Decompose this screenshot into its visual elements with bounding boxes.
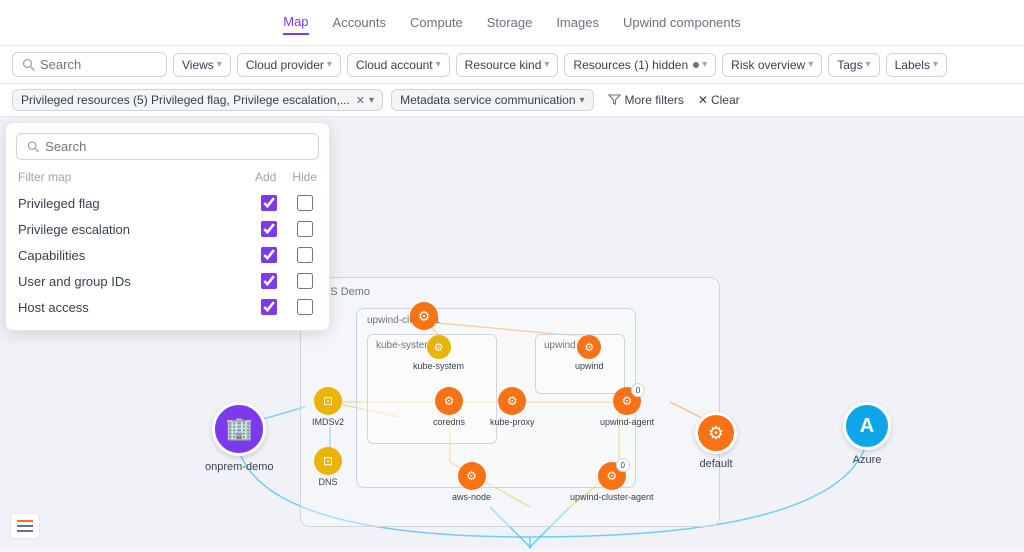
dns-node[interactable]: ⊡ DNS bbox=[314, 447, 342, 487]
upwind-node[interactable]: ⚙ upwind bbox=[575, 335, 604, 371]
azure-node[interactable]: A Azure bbox=[843, 402, 891, 466]
privileged-flag-hide-checkbox[interactable] bbox=[297, 195, 313, 211]
views-filter[interactable]: Views▾ bbox=[173, 53, 231, 77]
more-filters-button[interactable]: More filters bbox=[602, 90, 690, 110]
user-group-ids-hide-checkbox[interactable] bbox=[297, 273, 313, 289]
metadata-expand-icon[interactable]: ▾ bbox=[580, 95, 585, 106]
privileged-filter-tag[interactable]: Privileged resources (5) Privileged flag… bbox=[12, 89, 383, 111]
filter-row-privilege-escalation: Privilege escalation bbox=[6, 216, 329, 242]
imdsv2-node[interactable]: ⊡ IMDSv2 bbox=[312, 387, 344, 427]
onprem-demo-node[interactable]: 🏢 onprem-demo bbox=[205, 402, 273, 473]
top-nav: Map Accounts Compute Storage Images Upwi… bbox=[0, 0, 1024, 46]
filter-row-host-access: Host access bbox=[6, 294, 329, 320]
filter-row-privileged-flag: Privileged flag bbox=[6, 190, 329, 216]
filter-map-label: Filter map bbox=[18, 170, 255, 184]
coredns-node[interactable]: ⚙ coredns bbox=[433, 387, 465, 427]
labels-filter[interactable]: Labels▾ bbox=[886, 53, 947, 77]
resources-filter[interactable]: Resources (1) hidden▾ bbox=[564, 53, 716, 77]
privilege-escalation-add-checkbox[interactable] bbox=[261, 221, 277, 237]
host-access-label: Host access bbox=[18, 300, 253, 315]
capabilities-add-checkbox[interactable] bbox=[261, 247, 277, 263]
nav-item-storage[interactable]: Storage bbox=[487, 11, 533, 34]
capabilities-label: Capabilities bbox=[18, 248, 253, 263]
dropdown-panel: Filter map Add Hide Privileged flag Priv… bbox=[5, 122, 330, 331]
kube-system-node[interactable]: ⚙ kube-system bbox=[413, 335, 464, 371]
search-box[interactable] bbox=[12, 52, 167, 77]
filter-bar: Views▾ Cloud provider▾ Cloud account▾ Re… bbox=[0, 46, 1024, 84]
nav-item-images[interactable]: Images bbox=[556, 11, 599, 34]
menu-line-2 bbox=[17, 525, 33, 527]
tags-filter[interactable]: Tags▾ bbox=[828, 53, 879, 77]
user-group-ids-add-checkbox[interactable] bbox=[261, 273, 277, 289]
hide-header: Hide bbox=[292, 170, 317, 184]
privileged-close-icon[interactable]: ✕ bbox=[356, 94, 365, 107]
privilege-escalation-hide-checkbox[interactable] bbox=[297, 221, 313, 237]
funnel-icon bbox=[608, 94, 621, 106]
user-group-ids-label: User and group IDs bbox=[18, 274, 253, 289]
clear-button[interactable]: ✕ Clear bbox=[698, 93, 740, 107]
privileged-expand-icon[interactable]: ▾ bbox=[369, 95, 374, 106]
add-header: Add bbox=[255, 170, 276, 184]
cloud-account-filter[interactable]: Cloud account▾ bbox=[347, 53, 450, 77]
menu-line-3 bbox=[17, 530, 33, 532]
dropdown-header: Filter map Add Hide bbox=[6, 168, 329, 190]
upwind-cluster-agent-node[interactable]: ⚙ 0 upwind-cluster-agent bbox=[570, 462, 654, 502]
search-input[interactable] bbox=[40, 57, 145, 72]
host-access-hide-checkbox[interactable] bbox=[297, 299, 313, 315]
kube-proxy-node[interactable]: ⚙ kube-proxy bbox=[490, 387, 535, 427]
menu-icon-button[interactable] bbox=[10, 513, 40, 539]
capabilities-hide-checkbox[interactable] bbox=[297, 247, 313, 263]
metadata-filter-tag[interactable]: Metadata service communication ▾ bbox=[391, 89, 593, 111]
cloud-provider-filter[interactable]: Cloud provider▾ bbox=[237, 53, 341, 77]
upwind-cluster-1-node[interactable]: ⚙ bbox=[410, 302, 438, 330]
dropdown-search-icon bbox=[27, 140, 39, 153]
menu-line-1 bbox=[17, 520, 33, 522]
privilege-escalation-label: Privilege escalation bbox=[18, 222, 253, 237]
filter-row-capabilities: Capabilities bbox=[6, 242, 329, 268]
host-access-add-checkbox[interactable] bbox=[261, 299, 277, 315]
privileged-flag-add-checkbox[interactable] bbox=[261, 195, 277, 211]
dropdown-search-input[interactable] bbox=[45, 139, 308, 154]
default-node[interactable]: ⚙ default bbox=[695, 412, 737, 470]
nav-item-upwind-components[interactable]: Upwind components bbox=[623, 11, 741, 34]
active-filter-bar: Privileged resources (5) Privileged flag… bbox=[0, 84, 1024, 117]
main-content: AWS Demo upwind-cluster-1 kube-system up… bbox=[0, 117, 1024, 549]
nav-item-accounts[interactable]: Accounts bbox=[333, 11, 386, 34]
clear-x-icon: ✕ bbox=[698, 93, 708, 107]
upwind-agent-node[interactable]: ⚙ 0 upwind-agent bbox=[600, 387, 654, 427]
resource-kind-filter[interactable]: Resource kind▾ bbox=[456, 53, 559, 77]
privileged-flag-label: Privileged flag bbox=[18, 196, 253, 211]
aws-node-node[interactable]: ⚙ aws-node bbox=[452, 462, 491, 502]
search-icon bbox=[22, 58, 35, 71]
filter-row-user-group-ids: User and group IDs bbox=[6, 268, 329, 294]
nav-item-compute[interactable]: Compute bbox=[410, 11, 463, 34]
risk-overview-filter[interactable]: Risk overview▾ bbox=[722, 53, 822, 77]
dropdown-search-box[interactable] bbox=[16, 133, 319, 160]
upwind-ns-label: upwind bbox=[544, 340, 576, 351]
nav-item-map[interactable]: Map bbox=[283, 10, 308, 35]
